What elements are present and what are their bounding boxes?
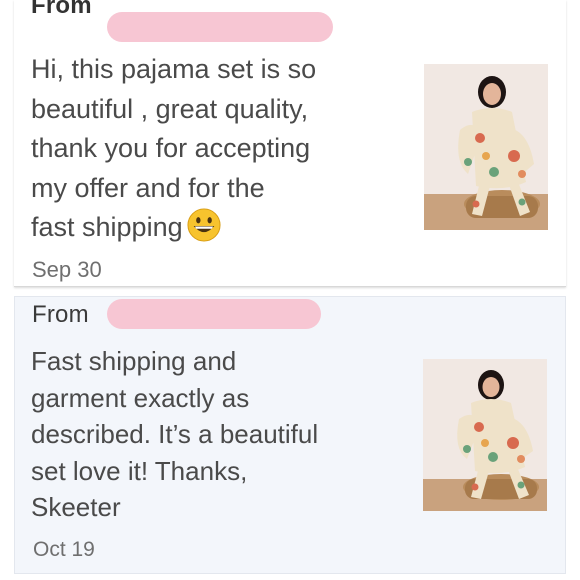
review-message: Hi, this pajama set is so beautiful , gr… [31,50,391,248]
from-label: From [32,301,89,328]
pajama-model-image [423,359,547,511]
review-from-row: From [32,301,89,329]
reviews-screenshot: From Hi, this pajama set is so beautiful… [0,0,580,580]
review-from-row: From [31,0,92,20]
review-message: Fast shipping and garment exactly as des… [31,343,381,526]
redacted-username [107,299,321,329]
review-message-text: Fast shipping and garment exactly as des… [31,346,319,522]
product-photo[interactable] [423,359,547,511]
review-date: Oct 19 [33,538,95,561]
pajama-model-image [424,64,548,230]
product-photo[interactable] [424,64,548,230]
review-message-text: Hi, this pajama set is so beautiful , gr… [31,54,317,242]
review-date: Sep 30 [32,257,102,282]
from-label: From [31,0,92,19]
grinning-face-emoji [187,208,221,242]
redacted-username [107,12,333,42]
review-card-1: From Hi, this pajama set is so beautiful… [14,0,566,287]
